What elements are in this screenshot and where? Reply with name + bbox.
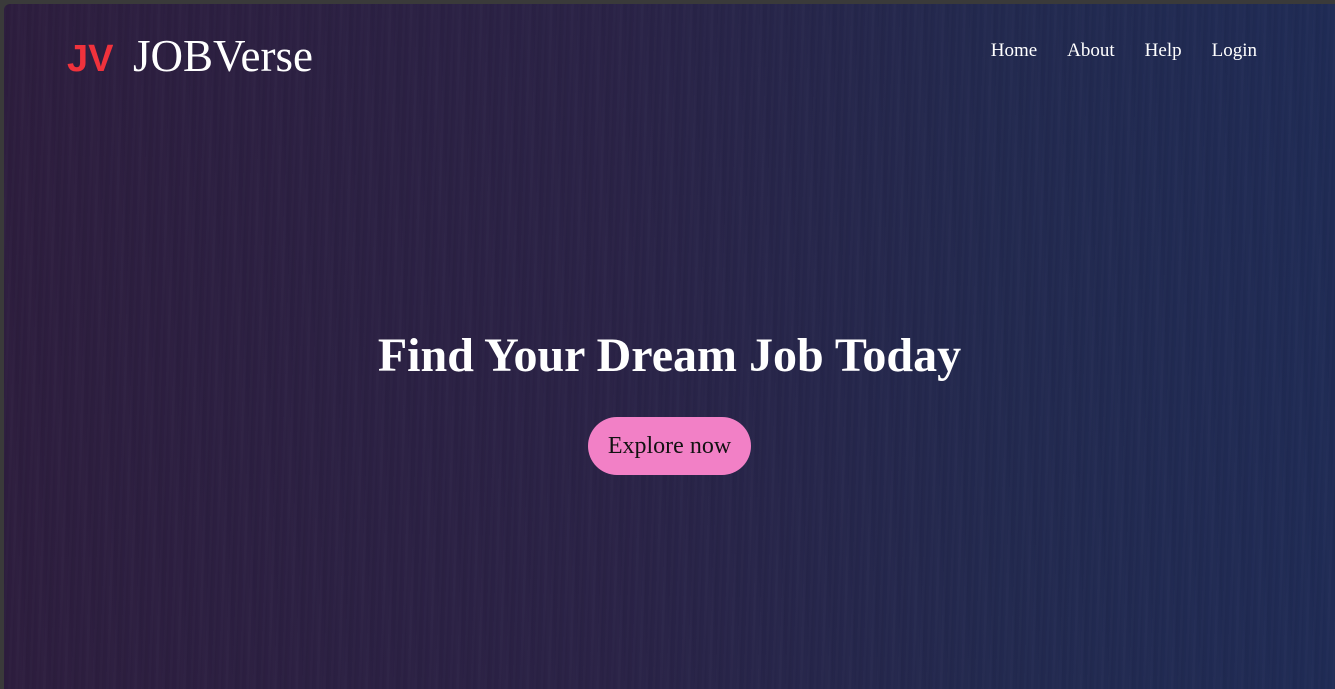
- main-nav: Home About Help Login: [991, 41, 1257, 60]
- brand-name: JOBVerse: [133, 31, 313, 81]
- site-header: JV JOBVerse Home About Help Login: [4, 4, 1335, 114]
- brand-logo-link[interactable]: JV JOBVerse: [67, 34, 313, 79]
- jv-logo-icon: JV: [67, 38, 113, 77]
- explore-now-button[interactable]: Explore now: [587, 416, 752, 475]
- logo-mark-text: JV: [67, 38, 113, 77]
- nav-home-link[interactable]: Home: [991, 41, 1037, 60]
- nav-about-link[interactable]: About: [1067, 41, 1115, 60]
- hero-section: Find Your Dream Job Today Explore now: [4, 329, 1335, 475]
- nav-help-link[interactable]: Help: [1145, 41, 1182, 60]
- hero-title: Find Your Dream Job Today: [377, 329, 962, 382]
- nav-login-link[interactable]: Login: [1212, 41, 1257, 60]
- landing-page: JV JOBVerse Home About Help Login Find Y…: [4, 4, 1335, 689]
